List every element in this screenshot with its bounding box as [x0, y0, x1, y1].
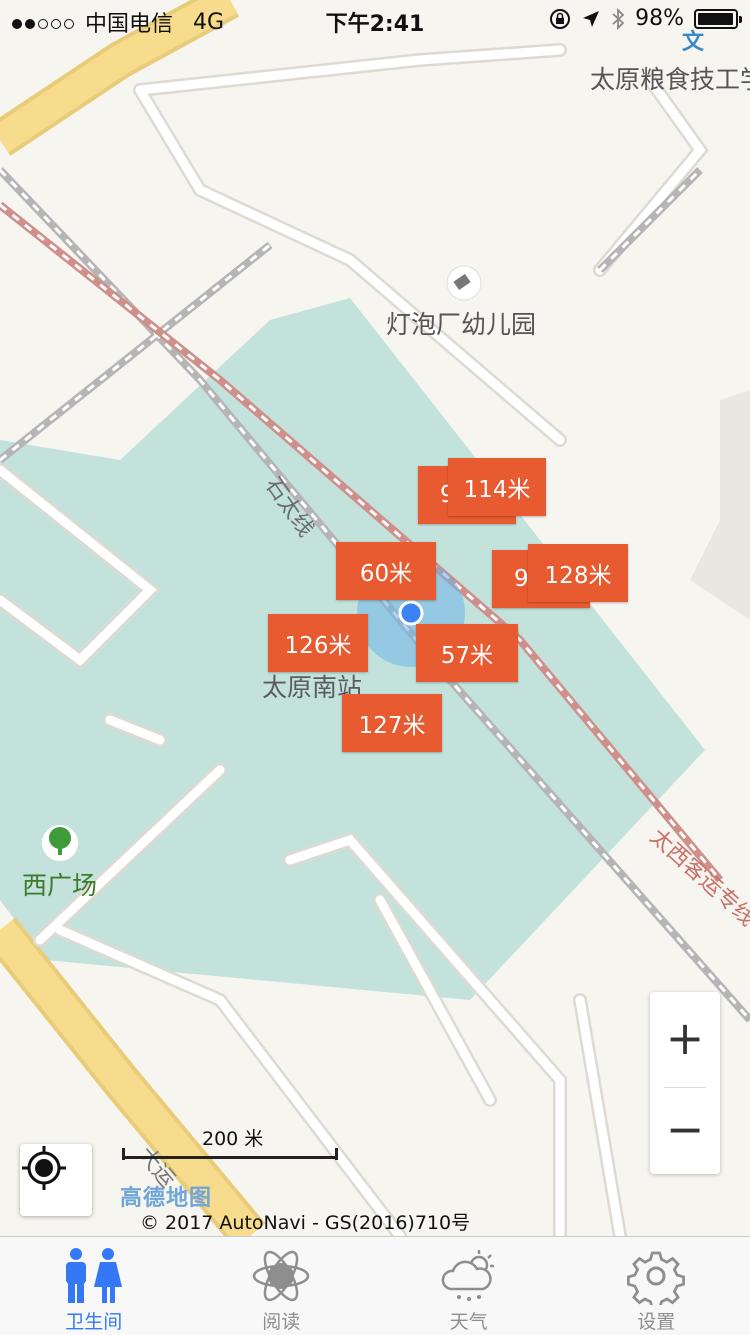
map-view[interactable]: 文 太原粮食技工学 灯泡厂幼儿园 石太线 太西客运专线 大运 太原南站 西广场 … [0, 0, 750, 1236]
location-dot [400, 602, 422, 624]
map-canvas [0, 0, 750, 1236]
restroom-icon [62, 1247, 126, 1305]
status-bar: 中国电信 4G 下午2:41 98% [0, 0, 750, 40]
restroom-marker[interactable]: 114米 [448, 458, 546, 516]
tab-bar: 卫生间 阅读 [0, 1236, 750, 1335]
tab-label: 设置 [637, 1307, 675, 1334]
cloud-sun-icon [439, 1247, 499, 1305]
battery-icon [694, 9, 738, 29]
restroom-marker[interactable]: 126米 [268, 614, 368, 672]
restroom-marker[interactable]: 128米 [528, 544, 628, 602]
location-arrow-icon [581, 9, 601, 29]
tab-weather[interactable]: 天气 [375, 1237, 563, 1335]
atom-reading-icon [251, 1247, 311, 1305]
zoom-out-button[interactable]: − [650, 1083, 720, 1174]
zoom-in-button[interactable]: + [650, 992, 720, 1083]
scale-tick [335, 1148, 338, 1160]
tab-reading[interactable]: 阅读 [188, 1237, 376, 1335]
zoom-divider [664, 1087, 706, 1088]
kindergarten-label[interactable]: 灯泡厂幼儿园 [386, 305, 536, 341]
tab-restroom[interactable]: 卫生间 [0, 1237, 188, 1335]
tab-label: 天气 [450, 1307, 488, 1334]
scale-label: 200 米 [202, 1124, 263, 1151]
scale-tick [122, 1148, 125, 1160]
restroom-marker[interactable]: 60米 [336, 542, 436, 600]
bluetooth-icon [611, 8, 625, 30]
tab-label: 阅读 [262, 1307, 300, 1334]
west-square-label[interactable]: 西广场 [22, 866, 97, 902]
tab-settings[interactable]: 设置 [563, 1237, 750, 1335]
gear-icon [627, 1247, 685, 1305]
restroom-marker[interactable]: 57米 [416, 624, 518, 682]
scale-bar: 200 米 [122, 1124, 338, 1164]
map-copyright: © 2017 AutoNavi - GS(2016)710号 [140, 1208, 470, 1235]
battery-percent: 98% [635, 6, 684, 31]
locate-me-button[interactable] [20, 1144, 92, 1216]
crosshair-icon [20, 1144, 68, 1192]
zoom-control: + − [650, 992, 720, 1174]
scale-line [122, 1156, 338, 1159]
rotation-lock-icon [549, 8, 571, 30]
restroom-marker[interactable]: 127米 [342, 694, 442, 752]
school-label[interactable]: 太原粮食技工学 [590, 60, 750, 96]
tab-label: 卫生间 [65, 1307, 122, 1334]
